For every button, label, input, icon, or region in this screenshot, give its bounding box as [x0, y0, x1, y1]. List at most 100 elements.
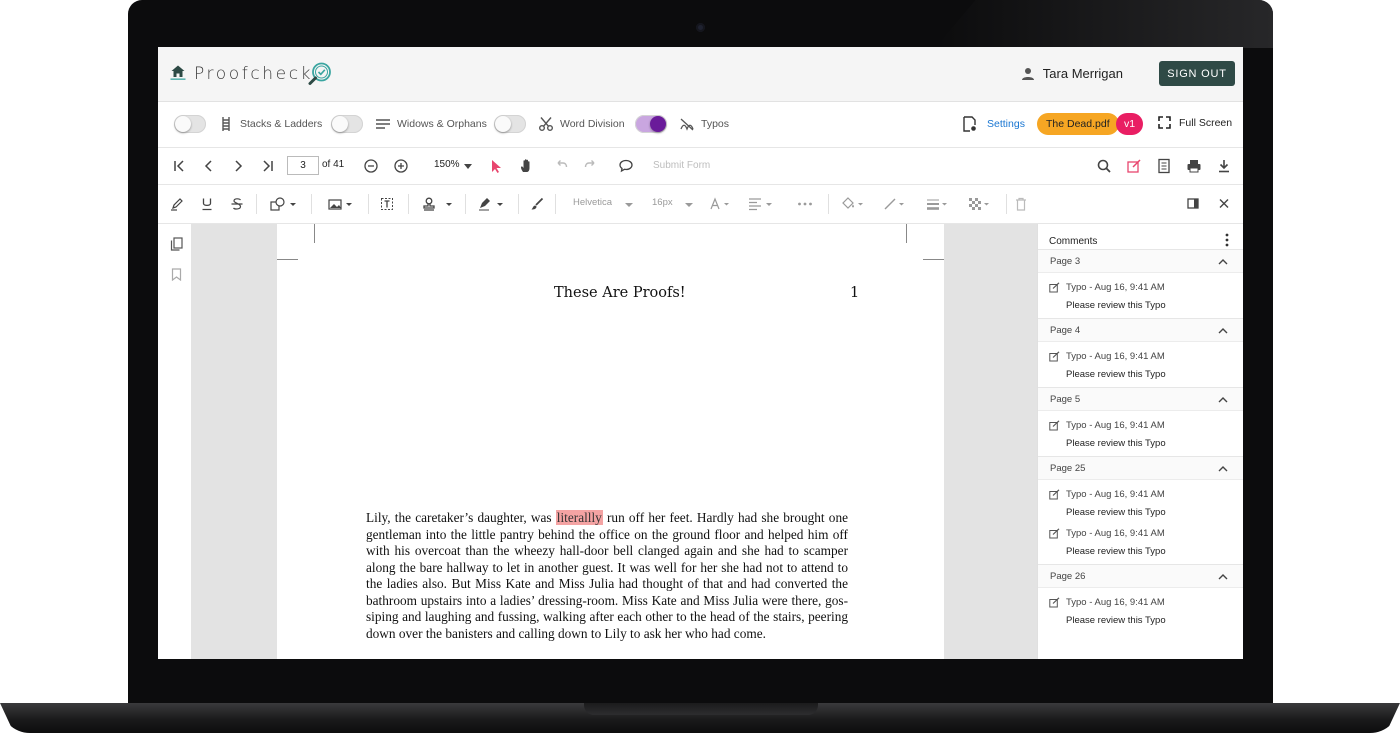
fill-color-icon[interactable] — [842, 197, 866, 211]
search-icon[interactable] — [1096, 158, 1112, 174]
line-color-icon[interactable] — [883, 197, 907, 211]
toggle-switch[interactable] — [635, 115, 667, 133]
page-count: of 41 — [322, 159, 345, 170]
chevron-down-icon[interactable] — [460, 158, 476, 174]
align-icon[interactable] — [748, 197, 776, 211]
opacity-icon[interactable] — [968, 197, 992, 211]
document-icon[interactable] — [1156, 158, 1172, 174]
close-icon[interactable] — [1218, 197, 1230, 211]
hand-pan-icon[interactable] — [518, 158, 534, 174]
ladder-icon — [222, 117, 230, 131]
last-page-icon[interactable] — [260, 158, 276, 174]
annotate-icon[interactable] — [1126, 158, 1142, 174]
signature-icon[interactable] — [478, 197, 506, 211]
more-options-icon[interactable] — [797, 197, 813, 211]
toggle-label: Stacks & Ladders — [240, 118, 323, 130]
comment-page-header[interactable]: Page 25 — [1038, 457, 1243, 480]
comment-item[interactable]: Typo - Aug 16, 9:41 AM Please review thi… — [1038, 411, 1243, 456]
panel-toggle-icon[interactable] — [1187, 197, 1199, 211]
download-icon[interactable] — [1216, 158, 1232, 174]
thumbnails-icon[interactable] — [170, 237, 183, 251]
document-viewer[interactable]: These Are Proofs! 1 Lily, the caretaker’… — [191, 224, 1037, 659]
toggle-switch[interactable] — [331, 115, 363, 133]
annotation-toolbar: Helvetica 16px — [158, 185, 1243, 224]
text-color-icon[interactable] — [709, 197, 733, 211]
zoom-level[interactable]: 150% — [434, 159, 460, 170]
chevron-up-icon[interactable] — [1218, 327, 1228, 334]
delete-icon[interactable] — [1015, 197, 1027, 211]
stamp-icon[interactable] — [422, 197, 454, 211]
comment-page-header[interactable]: Page 26 — [1038, 565, 1243, 588]
toggle-stacks-ladders[interactable]: Stacks & Ladders — [174, 115, 322, 133]
brush-icon[interactable] — [530, 197, 544, 211]
font-family-select[interactable]: Helvetica — [573, 197, 612, 208]
full-screen-button[interactable]: Full Screen — [1158, 116, 1232, 129]
toggle-switch[interactable] — [494, 115, 526, 133]
shapes-icon[interactable] — [270, 197, 298, 211]
lid-glare — [935, 0, 1273, 48]
home-icon[interactable] — [170, 64, 186, 80]
redo-icon[interactable] — [583, 158, 599, 174]
first-page-icon[interactable] — [171, 158, 187, 174]
submit-form-button[interactable]: Submit Form — [653, 160, 710, 171]
bookmark-icon[interactable] — [171, 268, 182, 281]
comment-item[interactable]: Typo - Aug 16, 9:41 AM Please review thi… — [1038, 273, 1243, 318]
line-weight-icon[interactable] — [926, 197, 950, 211]
webcam — [696, 23, 705, 32]
zoom-in-icon[interactable] — [393, 158, 409, 174]
chevron-up-icon[interactable] — [1218, 465, 1228, 472]
next-page-icon[interactable] — [230, 158, 246, 174]
comment-item[interactable]: Typo - Aug 16, 9:41 AM Please review thi… — [1038, 480, 1243, 525]
comment-item[interactable]: Typo - Aug 16, 9:41 AM Please review thi… — [1038, 342, 1243, 387]
settings-label[interactable]: Settings — [987, 118, 1025, 130]
comment-group: Page 3 Typo - Aug 16, 9:41 AM Please rev… — [1038, 249, 1243, 318]
strikethrough-icon[interactable] — [230, 197, 244, 211]
sign-out-button[interactable]: SIGN OUT — [1159, 61, 1235, 86]
zoom-out-icon[interactable] — [363, 158, 379, 174]
typo-highlight[interactable]: literallly — [555, 510, 603, 525]
version-chip[interactable]: v1 — [1116, 113, 1143, 135]
text-box-icon[interactable] — [380, 197, 394, 211]
comment-bubble-icon[interactable] — [618, 158, 634, 174]
comment-page-header[interactable]: Page 5 — [1038, 388, 1243, 411]
previous-page-icon[interactable] — [201, 158, 217, 174]
file-chip[interactable]: The Dead.pdf — [1037, 113, 1119, 135]
chevron-up-icon[interactable] — [1218, 396, 1228, 403]
underline-icon[interactable] — [200, 197, 214, 211]
font-size-select[interactable]: 16px — [652, 197, 673, 208]
user-menu[interactable]: Tara Merrigan — [1021, 66, 1123, 81]
undo-icon[interactable] — [553, 158, 569, 174]
toggle-widows-orphans[interactable]: Widows & Orphans — [331, 115, 487, 133]
chevron-up-icon[interactable] — [1218, 258, 1228, 265]
toggle-switch[interactable] — [174, 115, 206, 133]
comment-page-header[interactable]: Page 4 — [1038, 319, 1243, 342]
annotate-icon — [1049, 419, 1060, 430]
text-line: along the bare hallway to let in another… — [366, 559, 848, 575]
toggle-typos[interactable]: Typos — [635, 115, 729, 133]
comment-item[interactable]: Typo - Aug 16, 9:41 AM Please review thi… — [1038, 525, 1243, 564]
typo-icon — [680, 118, 694, 131]
chevron-down-icon[interactable] — [684, 197, 694, 211]
page-number-input[interactable]: 3 — [287, 156, 319, 175]
image-icon[interactable] — [328, 197, 354, 211]
more-vertical-icon[interactable] — [1225, 233, 1229, 247]
highlight-pen-icon[interactable] — [170, 197, 184, 211]
body-paragraph: Lily, the caretaker’s daughter, was lite… — [366, 510, 848, 642]
print-icon[interactable] — [1186, 158, 1202, 174]
crop-mark — [906, 224, 907, 243]
chevron-up-icon[interactable] — [1218, 573, 1228, 580]
app-logo-text: Proofcheck — [194, 64, 314, 84]
select-cursor-icon[interactable] — [488, 158, 504, 174]
annotate-icon — [1049, 527, 1060, 538]
comment-page-header[interactable]: Page 3 — [1038, 250, 1243, 273]
toggle-label: Word Division — [560, 118, 625, 130]
comments-title: Comments — [1049, 236, 1098, 247]
comment-meta: Typo - Aug 16, 9:41 AM — [1066, 488, 1165, 500]
comment-item[interactable]: Typo - Aug 16, 9:41 AM Please review thi… — [1038, 588, 1243, 633]
chevron-down-icon[interactable] — [624, 197, 634, 211]
toggle-word-division[interactable]: Word Division — [494, 115, 625, 133]
checks-toolbar: Stacks & Ladders Widows & Orphans Word D… — [158, 102, 1243, 148]
settings-link[interactable]: Settings — [963, 116, 1025, 132]
running-head-title: These Are Proofs! — [554, 285, 686, 301]
document-page: These Are Proofs! 1 Lily, the caretaker’… — [277, 224, 944, 659]
